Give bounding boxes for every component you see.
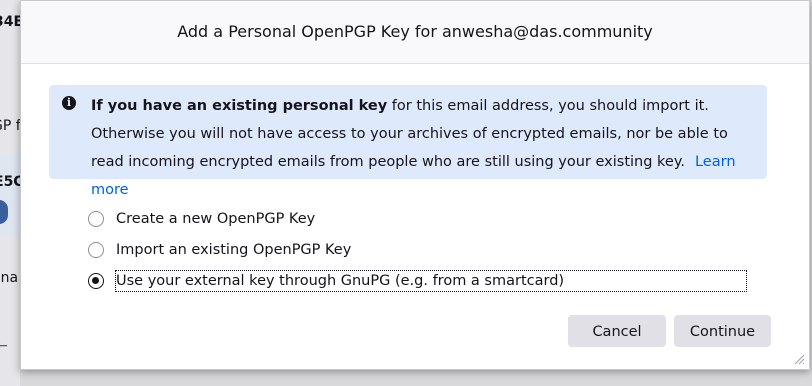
dialog-title: Add a Personal OpenPGP Key for anwesha@d…	[21, 1, 809, 64]
radio-button-selected[interactable]	[88, 272, 104, 289]
option-label: Create a new OpenPGP Key	[116, 210, 316, 227]
background-text: ana	[0, 270, 19, 286]
cancel-button[interactable]: Cancel	[568, 315, 666, 347]
radio-button[interactable]	[88, 210, 104, 227]
option-label: Use your external key through GnuPG (e.g…	[115, 269, 747, 292]
radio-button[interactable]	[88, 241, 104, 258]
info-bold-text: If you have an existing personal key	[91, 98, 388, 114]
info-icon: i	[62, 96, 76, 110]
background-panel	[0, 154, 20, 236]
key-options-radio-group: Create a new OpenPGP Key Import an exist…	[88, 203, 747, 296]
option-label: Import an existing OpenPGP Key	[116, 241, 352, 258]
resize-grip-icon[interactable]	[793, 353, 805, 365]
option-import-existing-key[interactable]: Import an existing OpenPGP Key	[88, 234, 746, 265]
info-message: i If you have an existing personal key f…	[49, 85, 767, 198]
background-text: GP f	[0, 118, 21, 134]
background-text: ←	[0, 338, 8, 354]
option-create-new-key[interactable]: Create a new OpenPGP Key	[88, 203, 746, 234]
add-key-dialog: Add a Personal OpenPGP Key for anwesha@d…	[20, 0, 810, 370]
option-use-external-gnupg-key[interactable]: Use your external key through GnuPG (e.g…	[88, 265, 747, 296]
continue-button[interactable]: Continue	[674, 315, 771, 347]
